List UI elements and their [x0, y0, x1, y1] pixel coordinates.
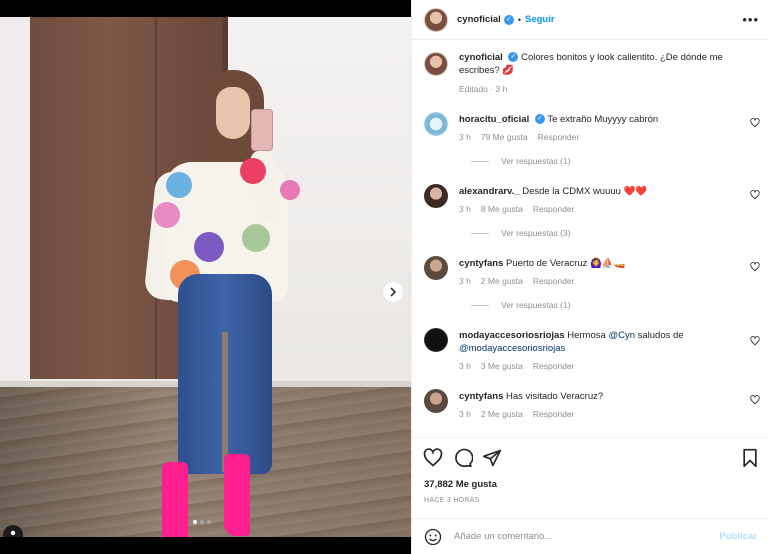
verified-badge-icon: ✓	[534, 114, 545, 125]
comment-bubble-icon[interactable]	[453, 448, 473, 468]
reply-button[interactable]: Responder	[538, 132, 580, 142]
pink-boot-right	[224, 454, 250, 536]
pink-boot-left	[162, 462, 188, 537]
like-heart-icon[interactable]	[423, 448, 443, 468]
view-replies-button[interactable]: Ver respuestas (1)	[471, 156, 570, 166]
reply-button[interactable]: Responder	[533, 409, 575, 419]
comment-time[interactable]: 3 h	[459, 361, 471, 371]
post-photo[interactable]	[0, 17, 411, 537]
comment-likes[interactable]: 2 Me gusta	[481, 409, 523, 419]
comment-time[interactable]: 3 h	[459, 276, 471, 286]
bookmark-icon[interactable]	[740, 448, 760, 468]
reply-button[interactable]: Responder	[533, 276, 575, 286]
comment-likes[interactable]: 79 Me gusta	[481, 132, 528, 142]
verified-badge-icon: ✓	[503, 14, 514, 25]
heart-icon[interactable]	[750, 336, 760, 346]
caption-username[interactable]: cynoficial	[459, 52, 503, 63]
post-header: cynoficial ✓ • Seguir •••	[412, 0, 768, 40]
comment-likes[interactable]: 2 Me gusta	[481, 276, 523, 286]
post-modal: cynoficial ✓ • Seguir ••• cynoficial ✓ C…	[0, 0, 768, 554]
carousel-dot	[207, 520, 211, 524]
heart-icon[interactable]	[750, 262, 760, 272]
emoji-icon[interactable]	[424, 528, 442, 546]
person-figure	[143, 62, 310, 537]
comment-text: Te extraño Muyyyy cabrón	[547, 114, 659, 125]
comment-text: Puerto de Veracruz 🙆‍♀️⛵🚤	[506, 258, 626, 269]
author-username[interactable]: cynoficial	[457, 14, 501, 25]
comment-text: Hermosa	[567, 330, 606, 341]
chevron-right-icon	[390, 287, 397, 297]
user-icon	[10, 530, 16, 536]
view-replies-button[interactable]: Ver respuestas (1)	[471, 300, 570, 310]
phone	[251, 109, 273, 151]
commenter-avatar[interactable]	[424, 328, 448, 352]
commenter-avatar[interactable]	[424, 256, 448, 280]
comment-text: Desde la CDMX wuuuu ❤️❤️	[522, 186, 648, 197]
comment-time[interactable]: 3 h	[459, 132, 471, 142]
follow-button[interactable]: Seguir	[525, 14, 555, 25]
mention-link[interactable]: @Cyn	[608, 330, 635, 341]
post-actions: 37,882 Me gusta HACE 3 HORAS	[412, 437, 768, 517]
commenter-avatar[interactable]	[424, 112, 448, 136]
carousel-dot	[200, 520, 204, 524]
author-avatar[interactable]	[424, 7, 448, 32]
author-avatar[interactable]	[424, 52, 448, 76]
comment-time[interactable]: 3 h	[459, 409, 471, 419]
mention-link[interactable]: @modayaccesoriosriojas	[459, 343, 565, 354]
commenter-avatar[interactable]	[424, 389, 448, 413]
carousel-indicator	[193, 520, 211, 524]
comments-list: cynoficial ✓ Colores bonitos y look cali…	[412, 41, 768, 437]
comment-time[interactable]: 3 h	[459, 204, 471, 214]
comment-composer: Publicar	[412, 518, 768, 554]
comment-input[interactable]	[454, 531, 720, 542]
post-photo-pane	[0, 0, 411, 554]
reply-button[interactable]: Responder	[533, 361, 575, 371]
more-options-icon[interactable]: •••	[742, 12, 759, 27]
commenter-avatar[interactable]	[424, 184, 448, 208]
next-photo-button[interactable]	[383, 282, 403, 302]
comment-username[interactable]: cyntyfans	[459, 391, 503, 402]
post-side-panel: cynoficial ✓ • Seguir ••• cynoficial ✓ C…	[411, 0, 768, 554]
comment-username[interactable]: cyntyfans	[459, 258, 503, 269]
publish-button[interactable]: Publicar	[720, 531, 758, 542]
comment-text: Has visitado Veracruz?	[506, 391, 604, 402]
comment-likes[interactable]: 8 Me gusta	[481, 204, 523, 214]
view-replies-button[interactable]: Ver respuestas (3)	[471, 228, 570, 238]
share-send-icon[interactable]	[482, 448, 502, 468]
reply-button[interactable]: Responder	[533, 204, 575, 214]
post-timestamp[interactable]: HACE 3 HORAS	[424, 497, 480, 504]
likes-count[interactable]: 37,882 Me gusta	[424, 479, 497, 490]
verified-badge-icon: ✓	[508, 52, 519, 63]
comment-username[interactable]: alexandrarv._	[459, 186, 520, 197]
carousel-dot	[193, 520, 197, 524]
caption-meta: Editado · 3 h	[459, 84, 508, 94]
heart-icon[interactable]	[750, 118, 760, 128]
comment-likes[interactable]: 3 Me gusta	[481, 361, 523, 371]
comment-username[interactable]: modayaccesoriosriojas	[459, 330, 565, 341]
heart-icon[interactable]	[750, 395, 760, 405]
heart-icon[interactable]	[750, 190, 760, 200]
comment-username[interactable]: horacitu_oficial	[459, 114, 529, 125]
